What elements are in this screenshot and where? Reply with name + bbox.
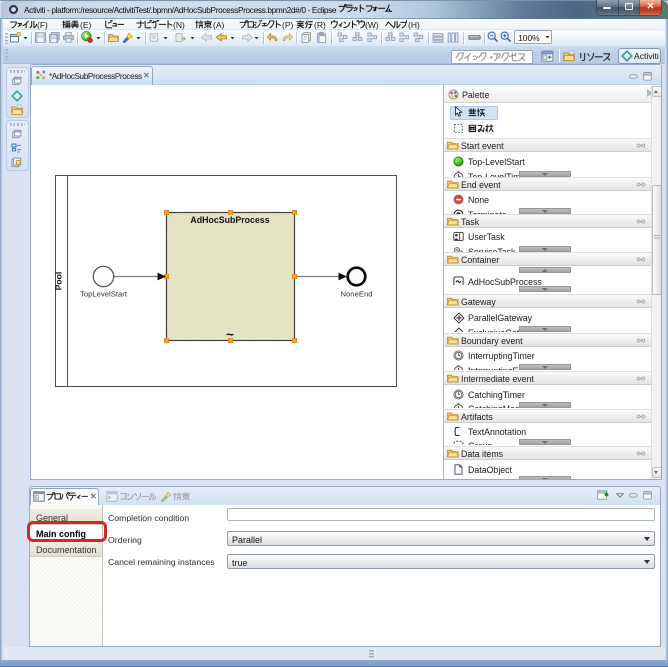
- svg-text:AdHocSubProcess: AdHocSubProcess: [190, 215, 269, 225]
- svg-text:TopLevelStart: TopLevelStart: [80, 290, 128, 299]
- svg-text:NoneEnd: NoneEnd: [340, 290, 372, 299]
- svg-text:Pool: Pool: [54, 272, 64, 291]
